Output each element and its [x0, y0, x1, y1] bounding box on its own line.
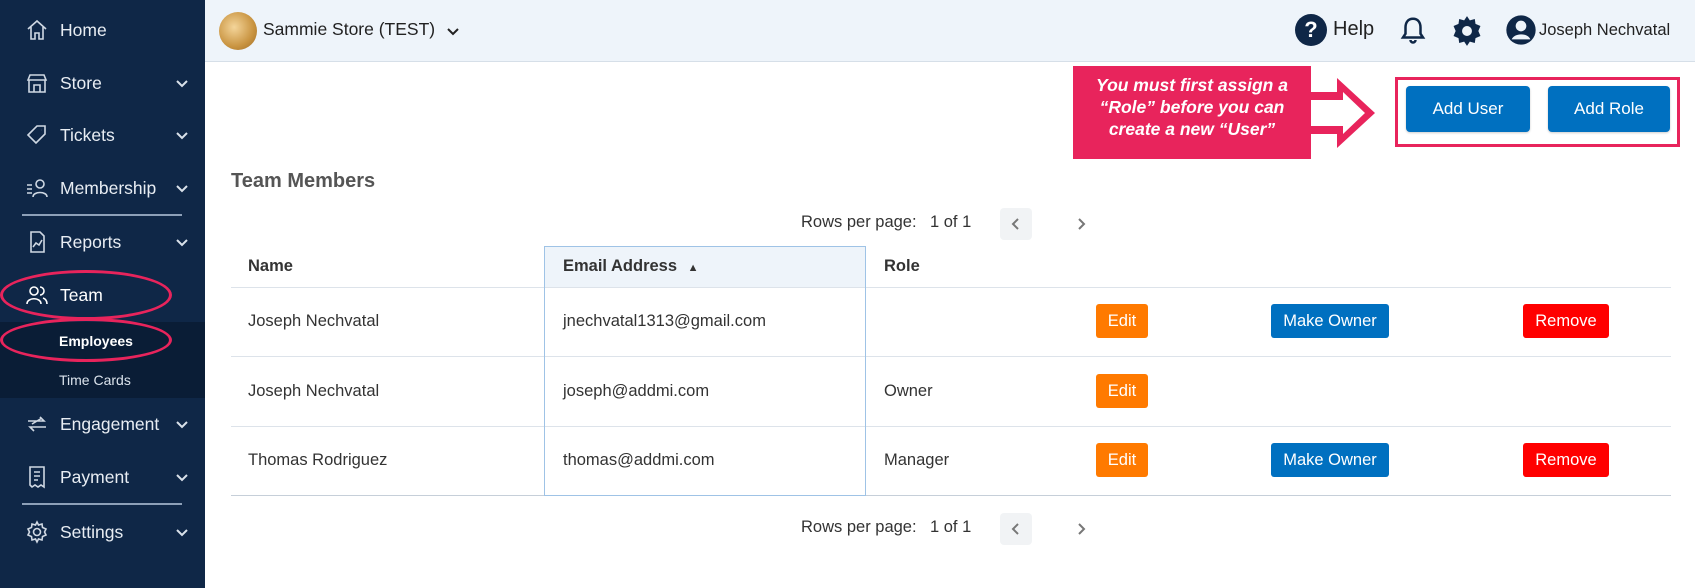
store-selector[interactable]: Sammie Store (TEST) — [263, 19, 435, 40]
edit-button[interactable]: Edit — [1096, 374, 1148, 408]
user-avatar-icon[interactable] — [1505, 14, 1537, 46]
app-root: Home Store Tickets Membership Reports Te… — [0, 0, 1695, 588]
help-icon[interactable]: ? — [1295, 14, 1327, 46]
sidebar-item-tickets[interactable]: Tickets — [0, 112, 205, 158]
next-page-button[interactable] — [1065, 208, 1097, 240]
chevron-down-icon — [175, 417, 189, 431]
column-header-role[interactable]: Role — [884, 257, 920, 276]
ticket-icon — [24, 122, 50, 148]
sidebar-item-label: Payment — [60, 466, 130, 487]
sidebar-item-label: Reports — [60, 231, 122, 252]
page-title: Team Members — [231, 170, 376, 192]
chevron-down-icon — [175, 128, 189, 142]
sidebar-item-label: Store — [60, 72, 102, 93]
callout-line: “Role” before you can — [1099, 97, 1285, 117]
remove-button[interactable]: Remove — [1523, 443, 1609, 477]
prev-page-button[interactable] — [1000, 513, 1032, 545]
add-user-button[interactable]: Add User — [1406, 86, 1530, 132]
sidebar-item-payment[interactable]: Payment — [0, 454, 205, 500]
prev-page-button[interactable] — [1000, 208, 1032, 240]
sort-asc-icon: ▲ — [687, 262, 699, 274]
sidebar-item-store[interactable]: Store — [0, 60, 205, 106]
remove-button[interactable]: Remove — [1523, 304, 1609, 338]
chevron-down-icon — [175, 181, 189, 195]
sidebar-item-label: Membership — [60, 177, 157, 198]
edit-button[interactable]: Edit — [1096, 443, 1148, 477]
engagement-icon — [24, 411, 50, 437]
chevron-down-icon — [175, 470, 189, 484]
chevron-down-icon[interactable] — [445, 23, 461, 39]
cell-email: thomas@addmi.com — [563, 451, 715, 469]
instruction-callout: You must first assign a “Role” before yo… — [1073, 66, 1311, 159]
cell-name: Joseph Nechvatal — [248, 312, 380, 330]
chevron-down-icon — [175, 235, 189, 249]
sidebar-item-reports[interactable]: Reports — [0, 219, 205, 265]
store-icon — [24, 70, 50, 96]
payment-icon — [24, 464, 50, 490]
next-page-button[interactable] — [1065, 513, 1097, 545]
chevron-down-icon — [175, 525, 189, 539]
bell-icon[interactable] — [1398, 14, 1428, 46]
sidebar-item-team[interactable]: Team — [0, 272, 205, 318]
sidebar-divider — [22, 503, 182, 505]
team-submenu: Employees Time Cards — [0, 322, 205, 398]
cell-email: joseph@addmi.com — [563, 382, 710, 400]
pagination-bottom: Rows per page: 1 of 1 — [801, 513, 1101, 548]
callout-arrow-icon — [1311, 78, 1375, 148]
sidebar-item-label: Home — [60, 19, 107, 40]
edit-button[interactable]: Edit — [1096, 304, 1148, 338]
cell-email: jnechvatal1313@gmail.com — [563, 312, 766, 330]
user-menu[interactable]: Joseph Nechvatal — [1539, 21, 1670, 40]
gear-icon[interactable] — [1450, 14, 1484, 48]
make-owner-button[interactable]: Make Owner — [1271, 443, 1389, 477]
table-divider — [231, 426, 1671, 427]
sidebar-item-label: Tickets — [60, 124, 115, 145]
help-link[interactable]: Help — [1333, 18, 1374, 41]
page-indicator: 1 of 1 — [930, 518, 972, 536]
chevron-down-icon — [175, 76, 189, 90]
cell-name: Joseph Nechvatal — [248, 382, 380, 400]
make-owner-button[interactable]: Make Owner — [1271, 304, 1389, 338]
store-logo — [219, 12, 257, 50]
callout-line: create a new “User” — [1108, 119, 1276, 139]
report-icon — [24, 229, 50, 255]
cell-role: Owner — [884, 382, 933, 400]
callout-line: You must first assign a — [1096, 75, 1288, 95]
table-divider — [231, 356, 1671, 357]
sidebar-item-label: Settings — [60, 521, 124, 542]
cell-role: Manager — [884, 451, 950, 469]
page-indicator: 1 of 1 — [930, 213, 972, 231]
sidebar-item-settings[interactable]: Settings — [0, 509, 205, 555]
rows-per-page-label: Rows per page: — [801, 518, 917, 536]
column-header-name[interactable]: Name — [248, 257, 293, 276]
column-header-email[interactable]: Email Address ▲ — [563, 257, 699, 276]
sidebar-item-home[interactable]: Home — [0, 7, 205, 53]
team-icon — [24, 282, 50, 308]
sidebar-divider — [22, 214, 182, 216]
sidebar-item-membership[interactable]: Membership — [0, 165, 205, 211]
sidebar-item-engagement[interactable]: Engagement — [0, 401, 205, 447]
add-role-button[interactable]: Add Role — [1548, 86, 1670, 132]
home-icon — [24, 17, 50, 43]
column-header-label: Email Address — [563, 257, 678, 275]
pagination-top: Rows per page: 1 of 1 — [801, 208, 1101, 243]
sidebar-item-label: Team — [60, 284, 103, 305]
membership-icon — [24, 175, 50, 201]
sidebar-item-label: Engagement — [60, 413, 160, 434]
table-divider — [231, 495, 1671, 496]
table-divider — [231, 287, 1671, 288]
gear-icon — [24, 519, 50, 545]
sidebar-subitem-time-cards[interactable]: Time Cards — [59, 372, 131, 388]
sidebar: Home Store Tickets Membership Reports Te… — [0, 0, 205, 588]
topbar: Sammie Store (TEST) ? Help Joseph Nechva… — [205, 0, 1695, 62]
sidebar-subitem-employees[interactable]: Employees — [59, 333, 133, 349]
rows-per-page-label: Rows per page: — [801, 213, 917, 231]
cell-name: Thomas Rodriguez — [248, 451, 388, 469]
